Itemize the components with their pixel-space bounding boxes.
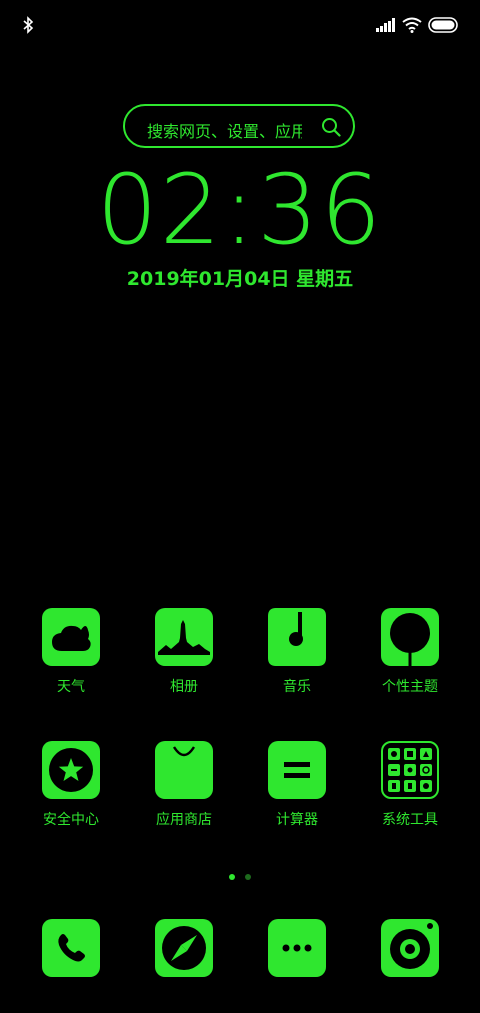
bluetooth-icon [23, 16, 34, 34]
search-icon[interactable] [321, 117, 341, 137]
app-themes[interactable]: 个性主题 [360, 608, 460, 696]
clock-date[interactable]: 2019年01月04日 星期五 [0, 264, 480, 291]
music-icon [268, 608, 326, 666]
gallery-icon [155, 608, 213, 666]
clock-time[interactable]: 02:36 [0, 160, 480, 260]
app-label: 系统工具 [382, 812, 438, 828]
app-label: 天气 [57, 679, 85, 695]
messages-icon [268, 919, 326, 977]
weather-icon [42, 608, 100, 666]
search-placeholder: 搜索网页、设置、应用 [147, 122, 302, 141]
app-security[interactable]: 安全中心 [21, 741, 121, 829]
app-store[interactable]: 应用商店 [134, 741, 234, 829]
system-tools-icon [381, 741, 439, 799]
app-label: 音乐 [283, 679, 311, 695]
app-label: 应用商店 [156, 812, 212, 828]
signal-icon [376, 18, 395, 32]
battery-icon [428, 17, 458, 33]
search-bar[interactable]: 搜索网页、设置、应用 [123, 104, 355, 148]
dock-camera[interactable] [360, 919, 460, 977]
app-label: 相册 [170, 679, 198, 695]
app-calculator[interactable]: 计算器 [247, 741, 347, 829]
page-dot-active[interactable] [229, 874, 235, 880]
app-gallery[interactable]: 相册 [134, 608, 234, 696]
app-system-tools[interactable]: 系统工具 [360, 741, 460, 829]
themes-icon [381, 608, 439, 666]
app-weather[interactable]: 天气 [21, 608, 121, 696]
wifi-icon [402, 17, 422, 33]
status-bar [0, 0, 480, 50]
browser-icon [155, 919, 213, 977]
dock-messages[interactable] [247, 919, 347, 977]
app-music[interactable]: 音乐 [247, 608, 347, 696]
dock-phone[interactable] [21, 919, 121, 977]
page-indicator [0, 872, 480, 882]
camera-icon [381, 919, 439, 977]
dock-browser[interactable] [134, 919, 234, 977]
page-dot[interactable] [245, 874, 251, 880]
app-label: 计算器 [276, 812, 318, 828]
app-store-icon [155, 741, 213, 799]
app-label: 个性主题 [382, 679, 438, 695]
security-icon [42, 741, 100, 799]
app-label: 安全中心 [43, 812, 99, 828]
calculator-icon [268, 741, 326, 799]
phone-icon [42, 919, 100, 977]
